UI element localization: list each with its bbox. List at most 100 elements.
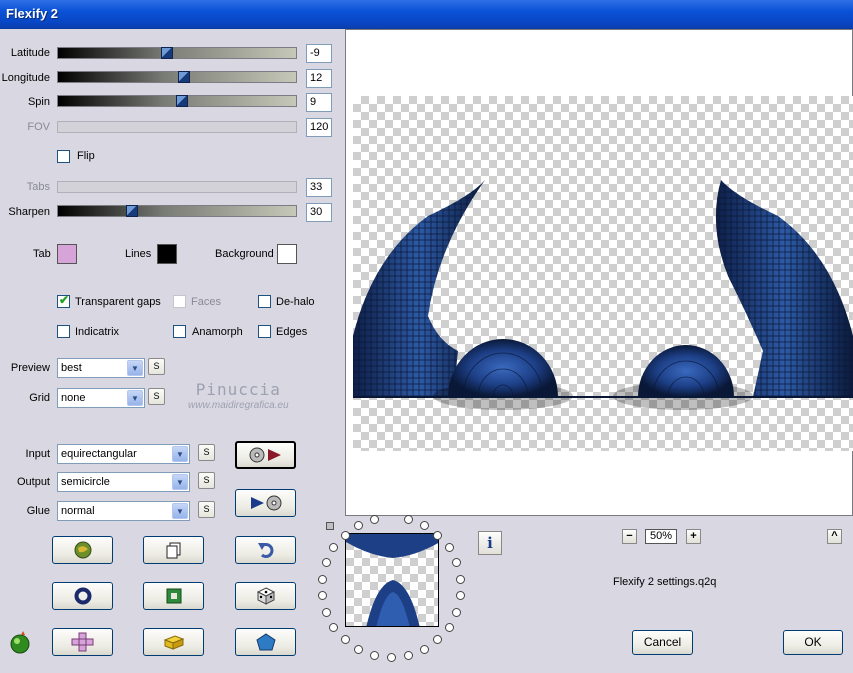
globe-icon <box>74 541 91 559</box>
convert-backward-button[interactable] <box>235 489 296 517</box>
sharpen-input[interactable]: 30 <box>306 203 332 222</box>
input-projection-select[interactable]: equirectangular ▼ <box>57 444 190 464</box>
output-projection-value: semicircle <box>61 476 110 488</box>
info-button[interactable]: i <box>478 531 502 555</box>
latitude-slider[interactable] <box>57 47 297 59</box>
dial-dot[interactable] <box>317 574 327 584</box>
indicatrix-label: Indicatrix <box>75 326 120 338</box>
dial-dot[interactable] <box>419 644 429 654</box>
grid-label: Grid <box>29 392 50 404</box>
zoom-in-button[interactable]: + <box>686 529 701 544</box>
zoom-out-button[interactable]: − <box>622 529 637 544</box>
dial-dot[interactable] <box>419 521 429 531</box>
spin-slider-thumb[interactable] <box>175 95 188 107</box>
dial-dot[interactable] <box>387 653 396 662</box>
lines-color-swatch[interactable] <box>157 244 177 264</box>
dial-dot[interactable] <box>321 558 331 568</box>
dial-dot[interactable] <box>329 543 339 553</box>
input-label: Input <box>25 448 50 460</box>
frame-button[interactable] <box>143 582 204 610</box>
title-bar: Flexify 2 <box>0 0 853 29</box>
convert-forward-button[interactable] <box>235 441 296 469</box>
dial-dot[interactable] <box>452 558 462 568</box>
latitude-slider-thumb[interactable] <box>161 47 174 59</box>
dial-dot[interactable] <box>403 515 413 525</box>
dice-icon <box>256 587 275 605</box>
anamorph-checkbox[interactable] <box>173 325 186 338</box>
background-color-swatch[interactable] <box>277 244 297 264</box>
cube-map-button[interactable] <box>52 628 113 656</box>
output-projection-select[interactable]: semicircle ▼ <box>57 472 190 492</box>
glue-select[interactable]: normal ▼ <box>57 501 190 521</box>
chevron-down-icon[interactable]: ▼ <box>127 390 143 406</box>
copy-button[interactable] <box>143 536 204 564</box>
anamorph-label: Anamorph <box>192 326 243 338</box>
ok-button[interactable]: OK <box>783 630 843 655</box>
input-s-button[interactable]: S <box>198 444 215 461</box>
tabs-input[interactable]: 33 <box>306 178 332 197</box>
brick-button[interactable] <box>143 628 204 656</box>
brick-icon <box>163 635 184 650</box>
fov-input[interactable]: 120 <box>306 118 332 137</box>
tab-color-swatch[interactable] <box>57 244 77 264</box>
sharpen-slider-thumb[interactable] <box>125 205 138 217</box>
chevron-down-icon[interactable]: ▼ <box>172 474 188 490</box>
zoom-level[interactable]: 50% <box>645 529 677 544</box>
edges-checkbox[interactable] <box>258 325 271 338</box>
grid-s-button[interactable]: S <box>148 388 165 405</box>
spin-slider[interactable] <box>57 95 297 107</box>
preview-canvas[interactable] <box>345 29 853 516</box>
chevron-down-icon[interactable]: ▼ <box>172 446 188 462</box>
grid-value: none <box>61 392 86 404</box>
dial-dot[interactable] <box>452 607 462 617</box>
reset-button[interactable] <box>52 582 113 610</box>
play-disc-icon <box>250 495 281 511</box>
spin-label: Spin <box>27 96 50 108</box>
sharpen-slider[interactable] <box>57 205 297 217</box>
undo-button[interactable] <box>235 536 296 564</box>
longitude-label: Longitude <box>1 72 50 84</box>
navigator-handle[interactable] <box>326 522 334 530</box>
dial-dot[interactable] <box>456 574 466 584</box>
dial-dot[interactable] <box>444 622 454 632</box>
dial-dot[interactable] <box>321 607 331 617</box>
dial-dot[interactable] <box>329 622 339 632</box>
navigator-thumbnail[interactable] <box>345 533 439 627</box>
dehalo-label: De-halo <box>276 296 315 308</box>
longitude-slider-thumb[interactable] <box>178 71 191 83</box>
polyhedron-button[interactable] <box>235 628 296 656</box>
cancel-button[interactable]: Cancel <box>632 630 693 655</box>
dial-dot[interactable] <box>433 530 443 540</box>
transparent-gaps-checkbox[interactable]: ✔ <box>57 293 70 308</box>
output-s-button[interactable]: S <box>198 472 215 489</box>
dehalo-checkbox[interactable] <box>258 295 271 308</box>
glue-s-button[interactable]: S <box>198 501 215 518</box>
dial-dot[interactable] <box>433 635 443 645</box>
chevron-down-icon[interactable]: ▼ <box>172 503 188 519</box>
dial-dot[interactable] <box>354 521 364 531</box>
indicatrix-checkbox[interactable] <box>57 325 70 338</box>
undo-icon <box>257 543 273 558</box>
preview-quality-select[interactable]: best ▼ <box>57 358 145 378</box>
preview-s-button[interactable]: S <box>148 358 165 375</box>
flip-checkbox[interactable] <box>57 150 70 163</box>
dial-dot[interactable] <box>370 650 380 660</box>
cross-icon <box>71 632 93 652</box>
randomize-button[interactable] <box>235 582 296 610</box>
dial-dot[interactable] <box>317 591 327 601</box>
grid-select[interactable]: none ▼ <box>57 388 145 408</box>
dial-dot[interactable] <box>403 650 413 660</box>
dial-dot[interactable] <box>340 635 350 645</box>
dial-dot[interactable] <box>340 530 350 540</box>
dial-dot[interactable] <box>456 591 466 601</box>
longitude-slider[interactable] <box>57 71 297 83</box>
chevron-down-icon[interactable]: ▼ <box>127 360 143 376</box>
dial-dot[interactable] <box>354 644 364 654</box>
spin-input[interactable]: 9 <box>306 93 332 112</box>
longitude-input[interactable]: 12 <box>306 69 332 88</box>
collapse-button[interactable]: ^ <box>827 529 842 544</box>
dial-dot[interactable] <box>444 543 454 553</box>
random-settings-button[interactable] <box>52 536 113 564</box>
dial-dot[interactable] <box>370 515 380 525</box>
latitude-input[interactable]: -9 <box>306 44 332 63</box>
